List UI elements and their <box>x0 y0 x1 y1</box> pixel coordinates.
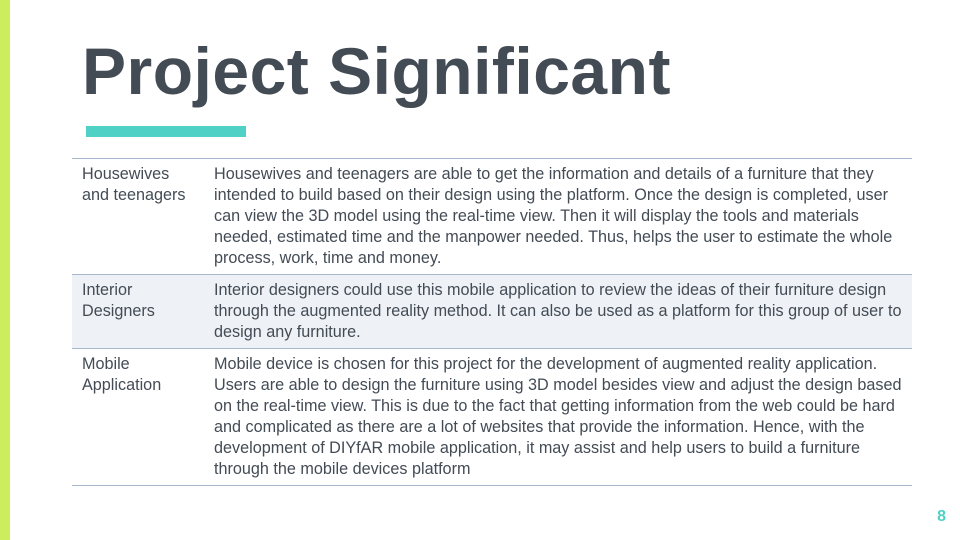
row-label: Interior Designers <box>82 281 155 320</box>
row-label: Housewives and teenagers <box>82 165 186 204</box>
title-underline <box>86 126 246 137</box>
row-description: Housewives and teenagers are able to get… <box>214 165 893 267</box>
row-label: Mobile Application <box>82 355 162 394</box>
table-row: Mobile Application Mobile device is chos… <box>72 348 912 486</box>
table-row: Interior Designers Interior designers co… <box>72 274 912 349</box>
page-number: 8 <box>937 508 946 525</box>
row-description: Mobile device is chosen for this project… <box>214 355 902 478</box>
slide-title: Project Significant <box>82 34 671 108</box>
table-row: Housewives and teenagers Housewives and … <box>72 158 912 275</box>
left-accent-bar <box>0 0 10 540</box>
row-description: Interior designers could use this mobile… <box>214 281 902 341</box>
significance-table: Housewives and teenagers Housewives and … <box>72 158 912 486</box>
